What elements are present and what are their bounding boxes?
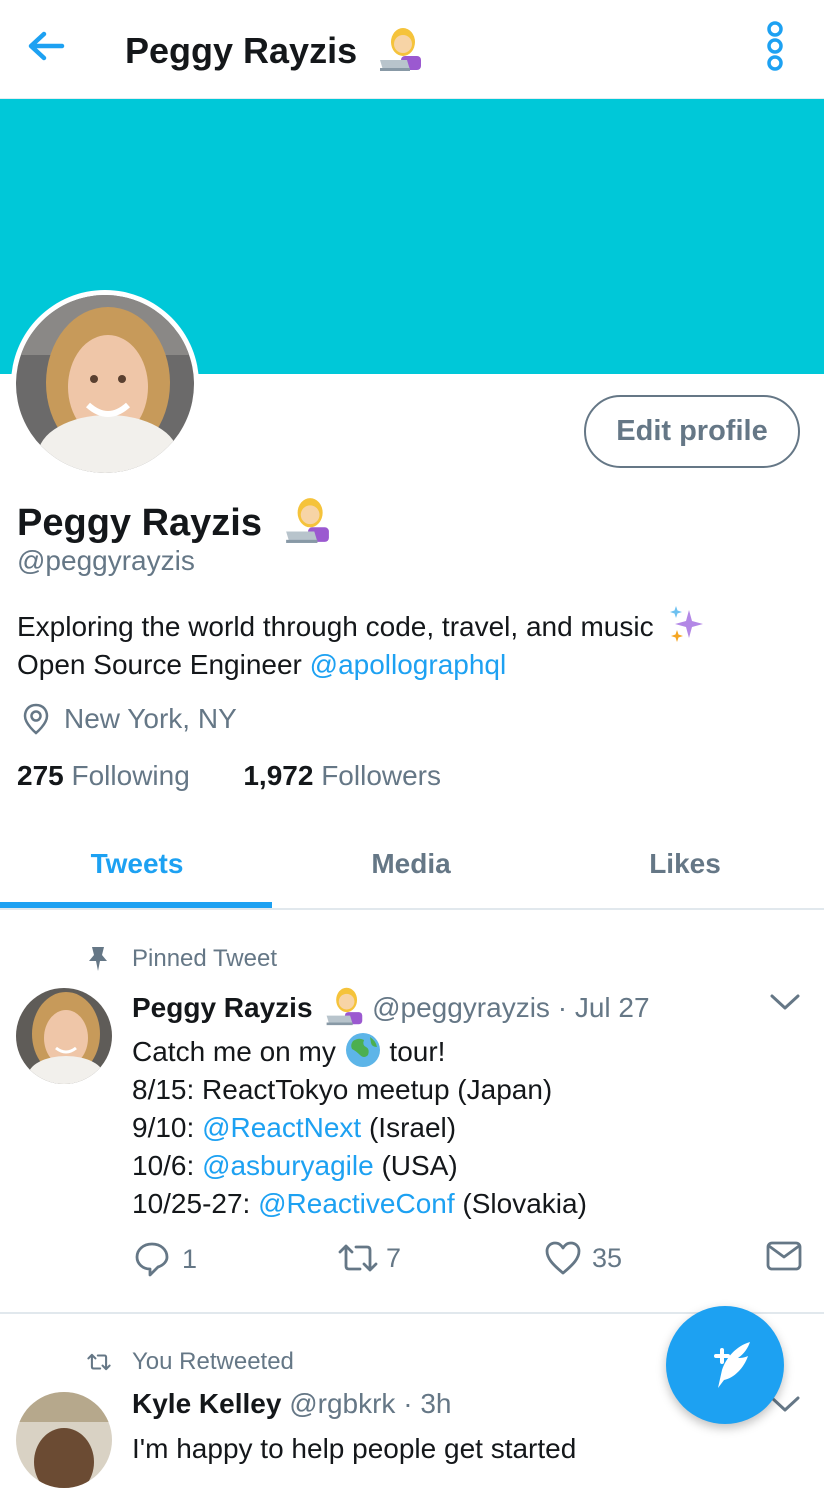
- compose-feather-icon: [714, 1342, 750, 1388]
- tweet-menu-button[interactable]: [768, 990, 802, 1019]
- retweet-text: I'm happy to help people get started: [132, 1433, 577, 1464]
- tweet-author-avatar[interactable]: [16, 988, 112, 1084]
- like-count: 35: [592, 1242, 623, 1273]
- back-button[interactable]: [22, 24, 70, 72]
- following-link[interactable]: 275 Following: [17, 760, 190, 791]
- bio-line-2: Open Source Engineer: [17, 649, 310, 680]
- profile-bio: Exploring the world through code, travel…: [17, 604, 707, 684]
- heart-icon: [545, 1241, 581, 1275]
- following-count: 275: [17, 760, 64, 791]
- header-title: Peggy Rayzis: [125, 26, 423, 81]
- woman-technologist-icon: [283, 496, 331, 554]
- pinned-tweet-context: Pinned Tweet: [86, 945, 277, 973]
- envelope-icon: [766, 1241, 802, 1271]
- arrow-left-icon: [28, 31, 65, 61]
- tweet-text: 10/25-27:: [132, 1188, 259, 1219]
- retweet-time[interactable]: 3h: [420, 1388, 451, 1419]
- profile-avatar[interactable]: [11, 290, 199, 478]
- retweeted-label: You Retweeted: [132, 1348, 294, 1375]
- tweet-separator: ·: [557, 991, 568, 1023]
- tab-media[interactable]: Media: [274, 820, 548, 908]
- tweet-author-handle: @peggyrayzis: [372, 991, 550, 1023]
- sparkles-icon: [670, 606, 704, 642]
- globe-icon: [345, 1033, 380, 1067]
- following-label: Following: [71, 760, 190, 791]
- tweet-text: tour!: [381, 1036, 446, 1067]
- tweet-text: (USA): [373, 1150, 458, 1181]
- retweet-button[interactable]: 7: [336, 1240, 401, 1276]
- tweet-text: 8/15: ReactTokyo meetup (Japan): [132, 1074, 553, 1105]
- mention-link[interactable]: @ReactiveConf: [258, 1188, 455, 1219]
- more-options-button[interactable]: [762, 20, 788, 76]
- retweet-header: Kyle Kelley @rgbkrk · 3h: [132, 1388, 451, 1420]
- tweet-author-name[interactable]: Peggy Rayzis: [132, 992, 313, 1023]
- tweet-date[interactable]: Jul 27: [575, 992, 650, 1023]
- profile-location: New York, NY: [20, 702, 237, 736]
- profile-name-text: Peggy Rayzis: [17, 502, 262, 545]
- profile-stats: 275 Following 1,972 Followers: [17, 760, 441, 792]
- top-app-bar: Peggy Rayzis: [0, 0, 824, 99]
- reply-icon: [135, 1242, 169, 1277]
- location-text: New York, NY: [64, 703, 237, 734]
- reply-count: 1: [182, 1243, 198, 1274]
- followers-label: Followers: [321, 760, 442, 791]
- followers-count: 1,972: [243, 760, 314, 791]
- retweet-count: 7: [386, 1242, 402, 1273]
- tweet-text: 9/10:: [132, 1112, 203, 1143]
- chevron-down-icon: [770, 994, 800, 1010]
- profile-tabs: Tweets Media Likes: [0, 820, 824, 910]
- retweet-icon: [338, 1244, 378, 1272]
- avatar-photo: [16, 295, 194, 473]
- tweet-text: Catch me on my: [132, 1036, 344, 1067]
- header-title-text: Peggy Rayzis: [125, 30, 358, 72]
- retweet-author-avatar[interactable]: [16, 1392, 112, 1488]
- edit-profile-button[interactable]: Edit profile: [584, 395, 800, 468]
- mention-link[interactable]: @ReactNext: [202, 1112, 361, 1143]
- retweet-icon: [87, 1353, 111, 1371]
- tweet-body: Catch me on my tour! 8/15: ReactTokyo me…: [132, 1031, 587, 1223]
- retweet-context: You Retweeted: [86, 1348, 294, 1376]
- woman-technologist-icon: [377, 26, 423, 81]
- tweet-separator: ·: [403, 1388, 413, 1419]
- vertical-dots-icon: [767, 21, 783, 71]
- retweet-author-name[interactable]: Kyle Kelley: [132, 1388, 281, 1419]
- profile-handle: @peggyrayzis: [17, 545, 195, 576]
- retweet-author-handle: @rgbkrk: [289, 1388, 396, 1419]
- location-pin-icon: [23, 703, 49, 735]
- pin-icon: [89, 947, 107, 971]
- bio-line-1: Exploring the world through code, travel…: [17, 611, 654, 642]
- tweet-text: (Israel): [361, 1112, 457, 1143]
- tweet-text: (Slovakia): [454, 1188, 587, 1219]
- followers-link[interactable]: 1,972 Followers: [243, 760, 441, 791]
- tweet-text: 10/6:: [132, 1150, 203, 1181]
- tab-likes[interactable]: Likes: [548, 820, 822, 908]
- tab-tweets[interactable]: Tweets: [0, 820, 274, 908]
- bio-mention-link[interactable]: @apollographql: [310, 649, 507, 680]
- tweet-header: Peggy Rayzis @peggyrayzis · Jul 27: [132, 986, 650, 1033]
- pinned-tweet-label: Pinned Tweet: [132, 945, 277, 972]
- woman-technologist-icon: [324, 986, 364, 1033]
- share-dm-button[interactable]: [766, 1240, 802, 1272]
- active-tab-indicator: [0, 902, 272, 908]
- like-button[interactable]: 35: [544, 1240, 622, 1276]
- mention-link[interactable]: @asburyagile: [202, 1150, 374, 1181]
- reply-button[interactable]: 1: [134, 1240, 197, 1278]
- compose-tweet-button[interactable]: [666, 1306, 784, 1424]
